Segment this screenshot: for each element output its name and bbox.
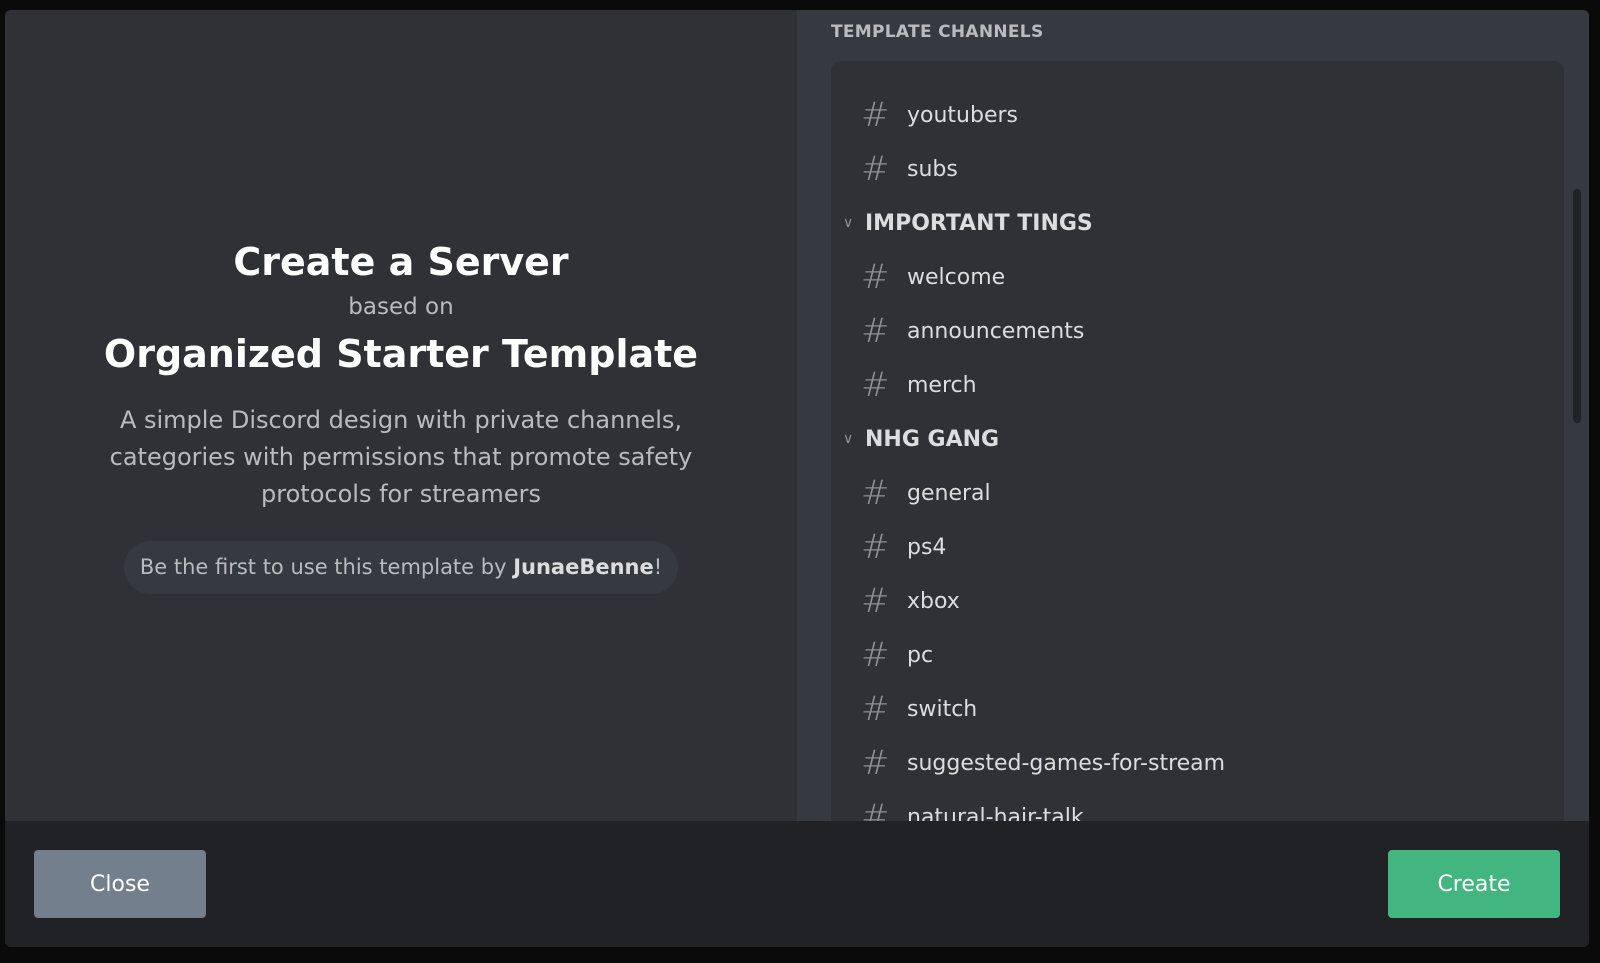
channel-name: suggested-games-for-stream [907, 750, 1226, 776]
channel-item: # general [831, 473, 991, 513]
scrollbar[interactable] [1573, 189, 1581, 423]
channel-item: # subs [831, 149, 958, 189]
template-info-panel: Create a Server based on Organized Start… [5, 10, 797, 821]
channel-name: youtubers [907, 102, 1018, 128]
modal-footer: Close Create [5, 821, 1589, 947]
section-title: TEMPLATE CHANNELS [831, 22, 1044, 42]
hashtag-icon: # [861, 527, 890, 567]
template-description: A simple Discord design with private cha… [109, 406, 693, 508]
channel-item: # natural-hair-talk [831, 797, 1084, 821]
hashtag-icon: # [861, 473, 890, 513]
modal-title: Create a Server [233, 240, 569, 284]
template-channels-panel: TEMPLATE CHANNELS # youtubers # subs ∨ IMPORT… [797, 10, 1589, 821]
first-use-suffix: ! [653, 555, 663, 579]
channel-name: merch [907, 372, 977, 398]
create-button[interactable]: Create [1388, 850, 1560, 918]
hashtag-icon: # [861, 257, 890, 297]
channel-item: # pc [831, 635, 933, 675]
hashtag-icon: # [861, 689, 890, 729]
channel-name: welcome [907, 264, 1006, 290]
chevron-down-icon: ∨ [843, 431, 854, 447]
hashtag-icon: # [861, 581, 890, 621]
create-server-modal: Create a Server based on Organized Start… [5, 10, 1589, 947]
hashtag-icon: # [861, 95, 890, 135]
channel-name: general [907, 480, 991, 506]
category-name: IMPORTANT TINGS [865, 210, 1093, 236]
based-on-label: based on [348, 294, 454, 320]
channel-name: ps4 [907, 534, 947, 560]
channel-item: # merch [831, 365, 977, 405]
channel-item: # suggested-games-for-stream [831, 743, 1225, 783]
channel-item: # announcements [831, 311, 1084, 351]
first-use-note: Be the first to use this template by Jun… [124, 541, 678, 594]
first-use-text: Be the first to use this template by [139, 555, 514, 579]
category-header[interactable]: ∨ IMPORTANT TINGS [831, 203, 1093, 243]
channel-item: # welcome [831, 257, 1005, 297]
channel-name: pc [907, 642, 934, 668]
channel-item: # youtubers [831, 95, 1018, 135]
hashtag-icon: # [861, 149, 890, 189]
hashtag-icon: # [861, 797, 890, 821]
category-name: NHG GANG [865, 426, 1000, 452]
chevron-down-icon: ∨ [843, 215, 854, 231]
channel-list[interactable]: # youtubers # subs ∨ IMPORTANT TINGS # welcome #… [831, 61, 1564, 821]
channel-name: announcements [907, 318, 1085, 344]
channel-name: xbox [907, 588, 960, 614]
hashtag-icon: # [861, 365, 890, 405]
channel-name: natural-hair-talk [907, 804, 1084, 822]
channel-item: # ps4 [831, 527, 946, 567]
channel-name: subs [907, 156, 958, 182]
channel-item: # xbox [831, 581, 960, 621]
channel-name: switch [907, 696, 978, 722]
hashtag-icon: # [861, 743, 890, 783]
author-name: JunaeBenne [513, 555, 654, 579]
hashtag-icon: # [861, 635, 890, 675]
category-header[interactable]: ∨ NHG GANG [831, 419, 999, 459]
template-name: Organized Starter Template [103, 332, 699, 376]
close-button[interactable]: Close [34, 850, 206, 918]
hashtag-icon: # [861, 311, 890, 351]
channel-item: # switch [831, 689, 977, 729]
